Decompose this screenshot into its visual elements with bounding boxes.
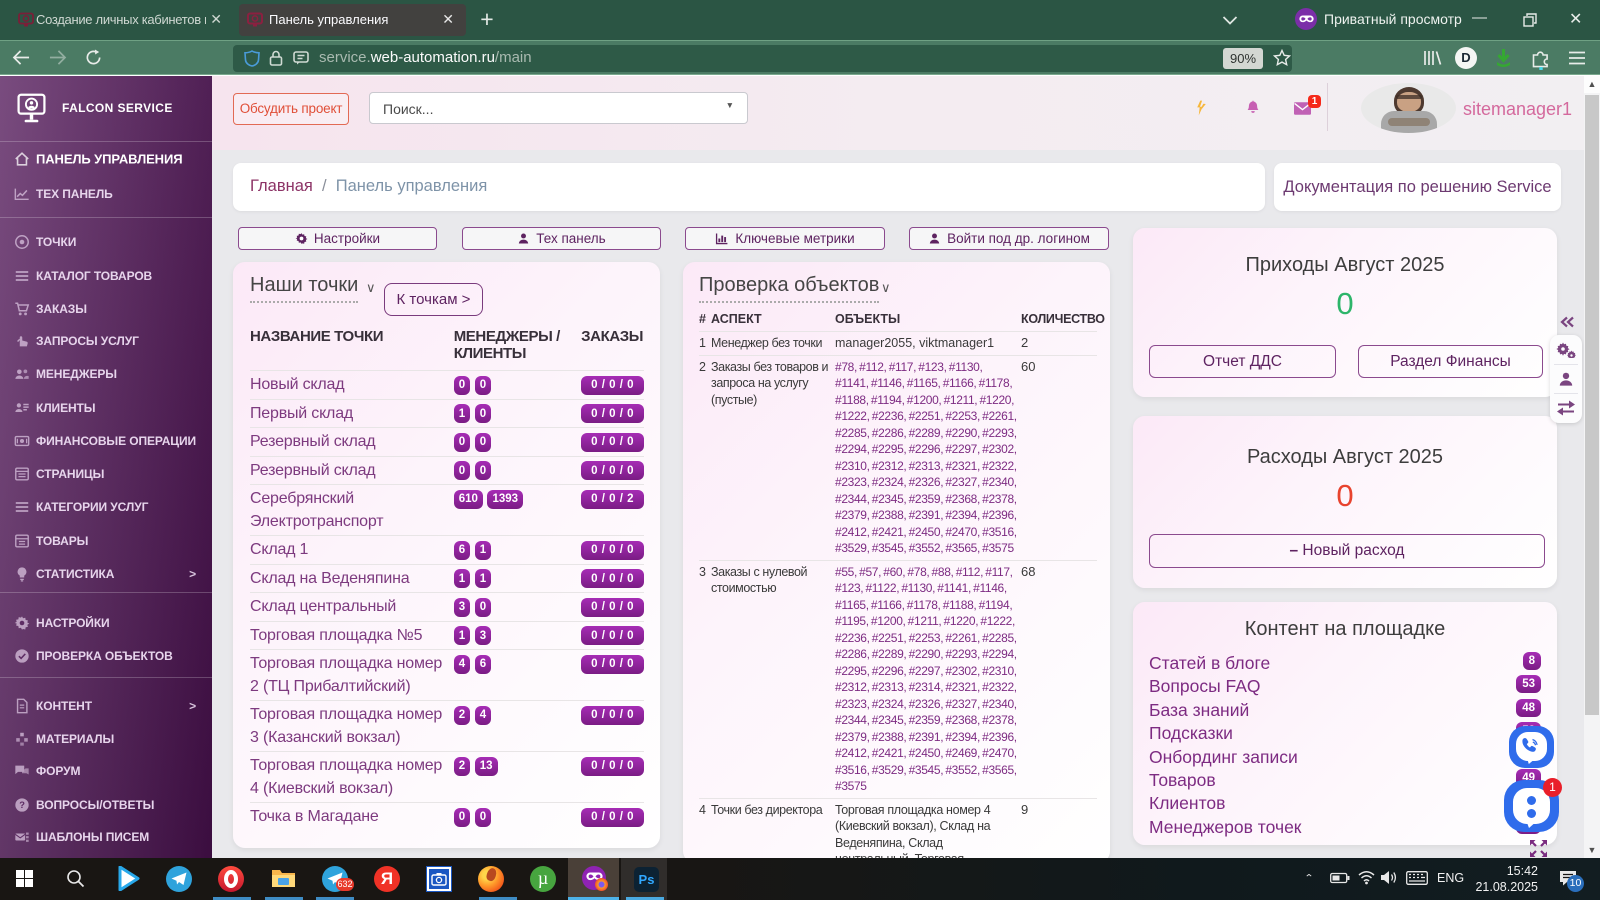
svg-text:?: ? bbox=[19, 800, 25, 810]
